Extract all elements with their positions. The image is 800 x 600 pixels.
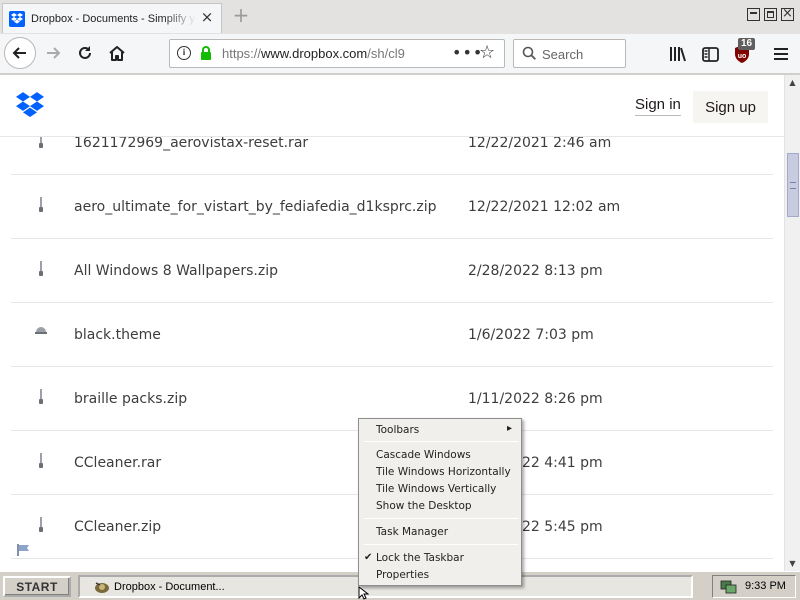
- clock[interactable]: 9:33 PM: [745, 580, 786, 592]
- file-name[interactable]: CCleaner.zip: [74, 519, 161, 535]
- url-text: https://www.dropbox.com/sh/cl9: [222, 46, 442, 61]
- sign-up-button[interactable]: Sign up: [693, 91, 768, 123]
- file-name[interactable]: All Windows 8 Wallpapers.zip: [74, 263, 278, 279]
- file-row[interactable]: aero_ultimate_for_vistart_by_fediafedia_…: [11, 175, 773, 239]
- menu-item-cascade-windows[interactable]: Cascade Windows: [376, 449, 471, 461]
- forward-button[interactable]: [38, 38, 68, 68]
- home-button[interactable]: [102, 38, 132, 68]
- sidebar-icon[interactable]: [699, 43, 721, 65]
- minimize-window-button[interactable]: [747, 8, 760, 21]
- reload-button[interactable]: [70, 38, 100, 68]
- file-name[interactable]: braille packs.zip: [74, 391, 187, 407]
- file-modified-date: 1/6/2022 7:03 pm: [468, 327, 594, 343]
- file-modified-date: 12/22/2021 2:46 am: [468, 135, 612, 151]
- forward-arrow-icon: [47, 47, 61, 59]
- url-scheme: https://: [222, 46, 262, 61]
- secure-lock-icon[interactable]: [200, 46, 212, 61]
- browser-toolbar: i https://www.dropbox.com/sh/cl9 ••• ☆ u…: [0, 34, 800, 74]
- search-input[interactable]: [542, 45, 622, 63]
- desktop-screen: Dropbox - Documents - Simplify your life…: [0, 0, 800, 600]
- close-tab-icon[interactable]: ×: [199, 10, 215, 26]
- taskbar-context-menu: Toolbars Cascade Windows Tile Windows Ho…: [358, 418, 522, 586]
- menu-separator: [364, 544, 518, 545]
- scrollbar-thumb[interactable]: [787, 153, 799, 217]
- file-name[interactable]: black.theme: [74, 327, 161, 343]
- network-tray-icon[interactable]: [720, 578, 738, 595]
- address-bar[interactable]: i https://www.dropbox.com/sh/cl9 ••• ☆: [169, 39, 505, 68]
- menu-item-task-manager[interactable]: Task Manager: [376, 526, 448, 538]
- file-modified-date: 12/22/2021 12:02 am: [468, 199, 621, 215]
- dropbox-favicon-icon: [9, 10, 25, 27]
- menu-separator: [364, 518, 518, 519]
- zip-file-icon: [33, 389, 49, 409]
- checkmark-icon: ✔: [364, 552, 373, 563]
- scroll-up-icon[interactable]: ▲: [785, 75, 800, 90]
- ublock-count-badge: 16: [738, 38, 756, 50]
- menu-separator: [364, 441, 518, 442]
- dropbox-logo-icon[interactable]: [16, 92, 44, 122]
- url-path: /sh/cl9: [367, 46, 405, 61]
- system-tray: 9:33 PM: [712, 575, 796, 598]
- browser-tab[interactable]: Dropbox - Documents - Simplify your life…: [2, 3, 222, 33]
- taskbar-window-label: Dropbox - Document...: [114, 580, 225, 593]
- back-arrow-icon: [12, 47, 26, 59]
- file-name[interactable]: CCleaner.rar: [74, 455, 161, 471]
- zip-file-icon: [33, 261, 49, 281]
- file-name[interactable]: aero_ultimate_for_vistart_by_fediafedia_…: [74, 199, 436, 215]
- file-name[interactable]: 1621172969_aerovistax-reset.rar: [74, 135, 308, 151]
- menu-item-lock-taskbar[interactable]: Lock the Taskbar: [376, 552, 464, 564]
- browser-tab-strip: Dropbox - Documents - Simplify your life…: [0, 0, 800, 34]
- menu-item-tile-vertically[interactable]: Tile Windows Vertically: [376, 483, 496, 495]
- mouse-pointer-icon: [358, 586, 369, 600]
- new-tab-icon[interactable]: +: [230, 5, 252, 27]
- browser-task-icon: [95, 581, 109, 593]
- search-box[interactable]: [513, 39, 626, 68]
- file-row[interactable]: All Windows 8 Wallpapers.zip 2/28/2022 8…: [11, 239, 773, 303]
- menu-item-show-desktop[interactable]: Show the Desktop: [376, 500, 472, 512]
- file-modified-date: 2/28/2022 8:13 pm: [468, 263, 603, 279]
- file-modified-date: 1/11/2022 8:26 pm: [468, 391, 603, 407]
- close-window-button[interactable]: [781, 6, 794, 21]
- vertical-scrollbar[interactable]: ▲ ▼: [784, 75, 800, 571]
- menu-item-properties[interactable]: Properties: [376, 569, 429, 581]
- site-header: Sign in Sign up: [0, 75, 784, 137]
- sign-in-link[interactable]: Sign in: [635, 96, 681, 116]
- url-host: www.dropbox.com: [261, 46, 368, 61]
- menu-item-tile-horizontally[interactable]: Tile Windows Horizontally: [376, 466, 511, 478]
- page-info-icon[interactable]: i: [177, 46, 191, 60]
- back-button[interactable]: [4, 37, 36, 69]
- window-controls: [747, 6, 794, 21]
- zip-file-icon: [33, 197, 49, 217]
- file-row[interactable]: black.theme 1/6/2022 7:03 pm: [11, 303, 773, 367]
- start-button[interactable]: START: [3, 576, 71, 597]
- tab-title: Dropbox - Documents - Simplify your life: [31, 12, 196, 25]
- zip-file-icon: [33, 517, 49, 537]
- hamburger-menu-icon[interactable]: [770, 43, 792, 65]
- maximize-window-button[interactable]: [764, 8, 777, 21]
- zip-file-icon: [33, 453, 49, 473]
- library-icon[interactable]: [667, 43, 689, 65]
- theme-file-icon: [33, 325, 49, 345]
- flag-icon[interactable]: [17, 541, 31, 560]
- svg-text:uo: uo: [738, 53, 747, 60]
- bookmark-star-icon[interactable]: ☆: [479, 43, 495, 63]
- home-icon: [109, 46, 125, 61]
- menu-item-toolbars[interactable]: Toolbars: [376, 423, 513, 436]
- scroll-down-icon[interactable]: ▼: [785, 556, 800, 571]
- search-icon: [522, 46, 536, 60]
- reload-icon: [79, 46, 91, 59]
